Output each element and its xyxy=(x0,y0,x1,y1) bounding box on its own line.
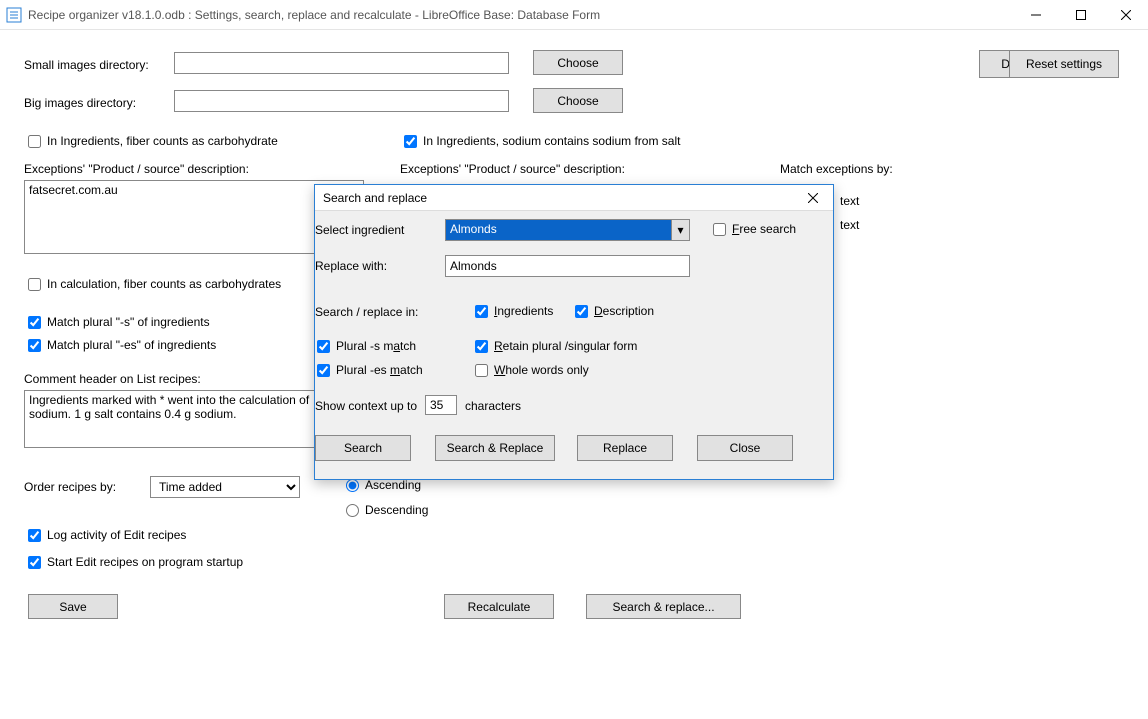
app-icon xyxy=(6,7,22,23)
show-context-post-label: characters xyxy=(465,399,521,413)
fiber-carb-label: In Ingredients, fiber counts as carbohyd… xyxy=(47,134,278,148)
ascending-label: Ascending xyxy=(365,478,421,492)
ascending-radio[interactable]: Ascending xyxy=(346,478,421,492)
dialog-search-button[interactable]: Search xyxy=(315,435,411,461)
choose-small-button[interactable]: Choose xyxy=(533,50,623,75)
context-chars-input[interactable] xyxy=(425,395,457,415)
plural-es-match-checkbox[interactable]: Plural -es match xyxy=(317,363,423,377)
replace-with-input[interactable] xyxy=(445,255,690,277)
recalculate-button[interactable]: Recalculate xyxy=(444,594,554,619)
select-ingredient-value: Almonds xyxy=(446,220,671,240)
plural-s-label: Match plural "-s" of ingredients xyxy=(47,315,210,329)
choose-big-button[interactable]: Choose xyxy=(533,88,623,113)
retain-plural-checkbox[interactable]: Retain plural /singular form xyxy=(475,339,637,353)
descending-label: Descending xyxy=(365,503,428,517)
dialog-replace-button[interactable]: Replace xyxy=(577,435,673,461)
search-replace-button[interactable]: Search & replace... xyxy=(586,594,741,619)
dialog-close-btn[interactable]: Close xyxy=(697,435,793,461)
exceptions-right-label: Exceptions' "Product / source" descripti… xyxy=(400,162,625,176)
big-images-label: Big images directory: xyxy=(24,96,136,110)
fiber-carb-checkbox[interactable]: In Ingredients, fiber counts as carbohyd… xyxy=(28,134,278,148)
chevron-down-icon: ▾ xyxy=(671,220,689,240)
exceptions-left-textarea[interactable]: fatsecret.com.au xyxy=(24,180,364,254)
free-search-label: Free search xyxy=(732,222,796,236)
plural-es-match-label: Plural -es match xyxy=(336,363,423,377)
big-images-input[interactable] xyxy=(174,90,509,112)
ingredients-cb-label: Ingredients xyxy=(494,304,553,318)
window-title: Recipe organizer v18.1.0.odb : Settings,… xyxy=(28,8,600,22)
order-recipes-select[interactable]: Time added xyxy=(150,476,300,498)
description-checkbox[interactable]: Description xyxy=(575,304,654,318)
plural-s-match-checkbox[interactable]: Plural -s match xyxy=(317,339,416,353)
descending-radio[interactable]: Descending xyxy=(346,503,428,517)
save-button[interactable]: Save xyxy=(28,594,118,619)
log-activity-checkbox[interactable]: Log activity of Edit recipes xyxy=(28,528,186,542)
reset-settings-button[interactable]: Reset settings xyxy=(1009,50,1119,78)
retain-plural-label: Retain plural /singular form xyxy=(494,339,637,353)
ingredients-checkbox[interactable]: Ingredients xyxy=(475,304,553,318)
plural-es-label: Match plural "-es" of ingredients xyxy=(47,338,216,352)
small-images-input[interactable] xyxy=(174,52,509,74)
plural-s-checkbox[interactable]: Match plural "-s" of ingredients xyxy=(28,315,210,329)
small-images-label: Small images directory: xyxy=(24,58,149,72)
plural-es-checkbox[interactable]: Match plural "-es" of ingredients xyxy=(28,338,216,352)
select-ingredient-label: Select ingredient xyxy=(315,223,404,237)
description-cb-label: Description xyxy=(594,304,654,318)
match-option-text-1: text xyxy=(840,194,859,208)
sodium-salt-checkbox[interactable]: In Ingredients, sodium contains sodium f… xyxy=(404,134,680,148)
dialog-close-button[interactable] xyxy=(801,186,825,210)
minimize-button[interactable] xyxy=(1013,0,1058,29)
whole-words-checkbox[interactable]: Whole words only xyxy=(475,363,589,377)
match-option-text-2: text xyxy=(840,218,859,232)
replace-with-label: Replace with: xyxy=(315,259,387,273)
close-button[interactable] xyxy=(1103,0,1148,29)
dialog-search-replace-button[interactable]: Search & Replace xyxy=(435,435,555,461)
search-replace-in-label: Search / replace in: xyxy=(315,305,418,319)
exceptions-left-label: Exceptions' "Product / source" descripti… xyxy=(24,162,249,176)
select-ingredient-combo[interactable]: Almonds ▾ xyxy=(445,219,690,241)
free-search-checkbox[interactable]: Free search xyxy=(713,222,796,236)
match-exceptions-label: Match exceptions by: xyxy=(780,162,893,176)
fiber-calc-checkbox[interactable]: In calculation, fiber counts as carbohyd… xyxy=(28,277,281,291)
sodium-salt-label: In Ingredients, sodium contains sodium f… xyxy=(423,134,680,148)
start-edit-checkbox[interactable]: Start Edit recipes on program startup xyxy=(28,555,243,569)
log-activity-label: Log activity of Edit recipes xyxy=(47,528,186,542)
comment-header-textarea[interactable]: Ingredients marked with * went into the … xyxy=(24,390,354,448)
plural-s-match-label: Plural -s match xyxy=(336,339,416,353)
dialog-titlebar: Search and replace xyxy=(315,185,833,211)
window-titlebar: Recipe organizer v18.1.0.odb : Settings,… xyxy=(0,0,1148,30)
search-replace-dialog: Search and replace Select ingredient Alm… xyxy=(314,184,834,480)
whole-words-label: Whole words only xyxy=(494,363,589,377)
start-edit-label: Start Edit recipes on program startup xyxy=(47,555,243,569)
order-recipes-label: Order recipes by: xyxy=(24,480,116,494)
comment-header-label: Comment header on List recipes: xyxy=(24,372,201,386)
fiber-calc-label: In calculation, fiber counts as carbohyd… xyxy=(47,277,281,291)
dialog-title: Search and replace xyxy=(323,191,427,205)
maximize-button[interactable] xyxy=(1058,0,1103,29)
show-context-pre-label: Show context up to xyxy=(315,399,417,413)
